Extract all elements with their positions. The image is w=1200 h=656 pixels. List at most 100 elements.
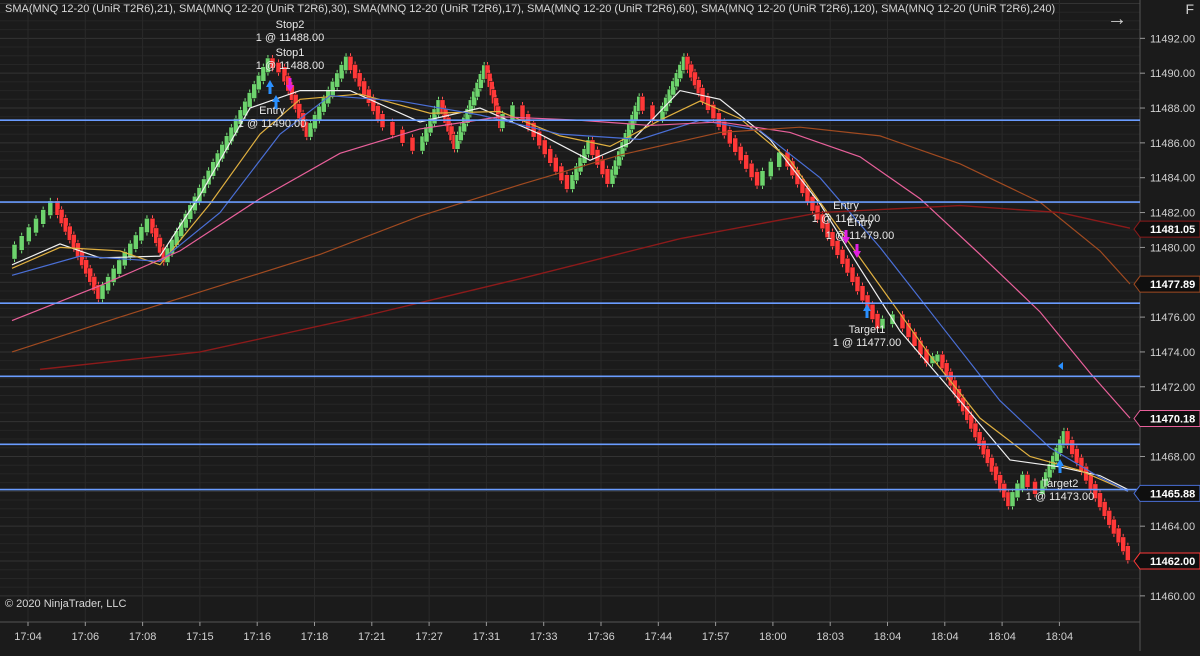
up-brick	[1009, 491, 1016, 507]
target2-marker-label: Target2	[1042, 478, 1079, 490]
price-tag-label: 11477.89	[1150, 279, 1195, 291]
entry-marker-detail: 1 @ 11479.00	[826, 230, 894, 242]
down-brick	[375, 105, 381, 120]
down-brick	[732, 137, 738, 153]
price-tag-label: 11462.00	[1150, 556, 1195, 568]
entry-marker-label: Entry	[847, 217, 873, 229]
down-brick	[361, 80, 367, 96]
up-brick	[26, 226, 32, 242]
down-brick	[564, 174, 570, 190]
down-brick	[737, 146, 744, 162]
x-tick-label: 17:04	[14, 631, 42, 643]
up-brick	[105, 276, 111, 292]
up-brick	[18, 235, 25, 251]
entry-marker-label: Entry	[259, 105, 285, 117]
stop2-marker-detail: 1 @ 11488.00	[256, 32, 324, 44]
down-brick	[356, 72, 363, 88]
y-tick-label: 11460.00	[1150, 591, 1195, 603]
down-brick	[869, 303, 876, 320]
target1-marker-label: Target1	[849, 324, 886, 336]
y-tick-label: 11472.00	[1150, 382, 1195, 394]
price-tag-label: 11481.05	[1150, 224, 1195, 236]
chart-area[interactable]: 11492.00 11490.00 11488.00 11486.00 11484.00…	[0, 0, 1200, 651]
down-brick	[389, 121, 396, 136]
x-tick-label: 18:04	[988, 631, 1016, 643]
down-brick	[604, 168, 611, 185]
x-tick-label: 17:57	[702, 631, 730, 643]
up-brick	[196, 187, 203, 203]
x-tick-label: 18:04	[931, 631, 959, 643]
down-brick	[834, 240, 841, 256]
down-brick	[352, 64, 358, 79]
x-tick-label: 17:16	[243, 631, 271, 643]
down-brick	[809, 196, 816, 212]
y-tick-label: 11480.00	[1150, 242, 1195, 254]
up-brick	[1014, 482, 1021, 499]
up-brick	[183, 213, 189, 229]
arrow-right-icon[interactable]: →	[1107, 8, 1127, 31]
x-tick-label: 17:06	[72, 631, 100, 643]
down-brick	[1111, 518, 1117, 535]
y-tick-label: 11484.00	[1150, 173, 1195, 185]
entry-marker-label: Entry	[833, 200, 859, 212]
down-brick	[399, 129, 406, 144]
x-tick-label: 17:44	[645, 631, 673, 643]
down-brick	[859, 285, 866, 302]
panel-letter[interactable]: F	[1185, 1, 1194, 17]
stop1-marker-detail: 1 @ 11488.00	[256, 60, 324, 72]
up-brick	[33, 218, 39, 234]
up-brick	[138, 226, 145, 242]
entry-marker-detail: 1 @ 11490.00	[238, 118, 306, 130]
down-brick	[854, 276, 861, 292]
target2-marker-detail: 1 @ 11473.00	[1026, 491, 1094, 503]
price-chart-svg[interactable]: 11492.00 11490.00 11488.00 11486.00 11484.00…	[0, 0, 1200, 651]
down-brick	[1115, 527, 1122, 544]
down-brick	[409, 137, 416, 152]
down-brick	[1125, 545, 1131, 561]
up-brick	[246, 92, 253, 108]
up-brick	[116, 259, 122, 275]
y-tick-label: 11474.00	[1150, 347, 1195, 359]
down-brick	[754, 171, 760, 187]
x-tick-label: 17:08	[129, 631, 157, 643]
y-tick-label: 11464.00	[1150, 521, 1195, 533]
up-brick	[133, 234, 139, 250]
down-brick	[1074, 448, 1080, 464]
up-brick	[40, 209, 46, 225]
down-brick	[553, 157, 559, 173]
stop1-marker-label: Stop1	[276, 47, 305, 59]
x-tick-label: 18:04	[874, 631, 902, 643]
down-brick	[639, 96, 646, 112]
down-brick	[839, 249, 846, 265]
y-tick-label: 11468.00	[1150, 451, 1195, 463]
up-brick	[47, 200, 54, 216]
up-brick	[11, 244, 18, 260]
down-brick	[1064, 430, 1071, 446]
x-tick-label: 17:33	[530, 631, 558, 643]
down-brick	[547, 148, 554, 164]
down-brick	[1024, 474, 1031, 488]
indicator-label: SMA(MNQ 12-20 (UniR T2R6),21), SMA(MNQ 1…	[5, 3, 1056, 15]
down-brick	[1120, 536, 1126, 552]
x-tick-label: 17:27	[415, 631, 443, 643]
up-brick	[256, 75, 262, 91]
price-tag-label: 11470.18	[1150, 413, 1195, 425]
up-brick	[251, 83, 257, 99]
down-brick	[1106, 510, 1113, 526]
x-tick-label: 17:15	[186, 631, 214, 643]
y-tick-label: 11476.00	[1150, 312, 1195, 324]
down-brick	[849, 266, 856, 283]
y-tick-label: 11486.00	[1150, 138, 1195, 150]
down-brick	[844, 257, 851, 274]
x-tick-label: 18:04	[1046, 631, 1074, 643]
x-tick-label: 17:18	[301, 631, 329, 643]
up-brick	[759, 170, 766, 187]
price-tag-label: 11465.88	[1150, 488, 1195, 500]
copyright-text: © 2020 NinjaTrader, LLC	[5, 598, 127, 610]
down-brick	[541, 139, 548, 155]
y-tick-label: 11482.00	[1150, 208, 1195, 220]
down-brick	[1101, 501, 1108, 517]
down-brick	[1069, 439, 1075, 455]
y-tick-label: 11488.00	[1150, 103, 1195, 115]
x-tick-label: 17:31	[473, 631, 501, 643]
